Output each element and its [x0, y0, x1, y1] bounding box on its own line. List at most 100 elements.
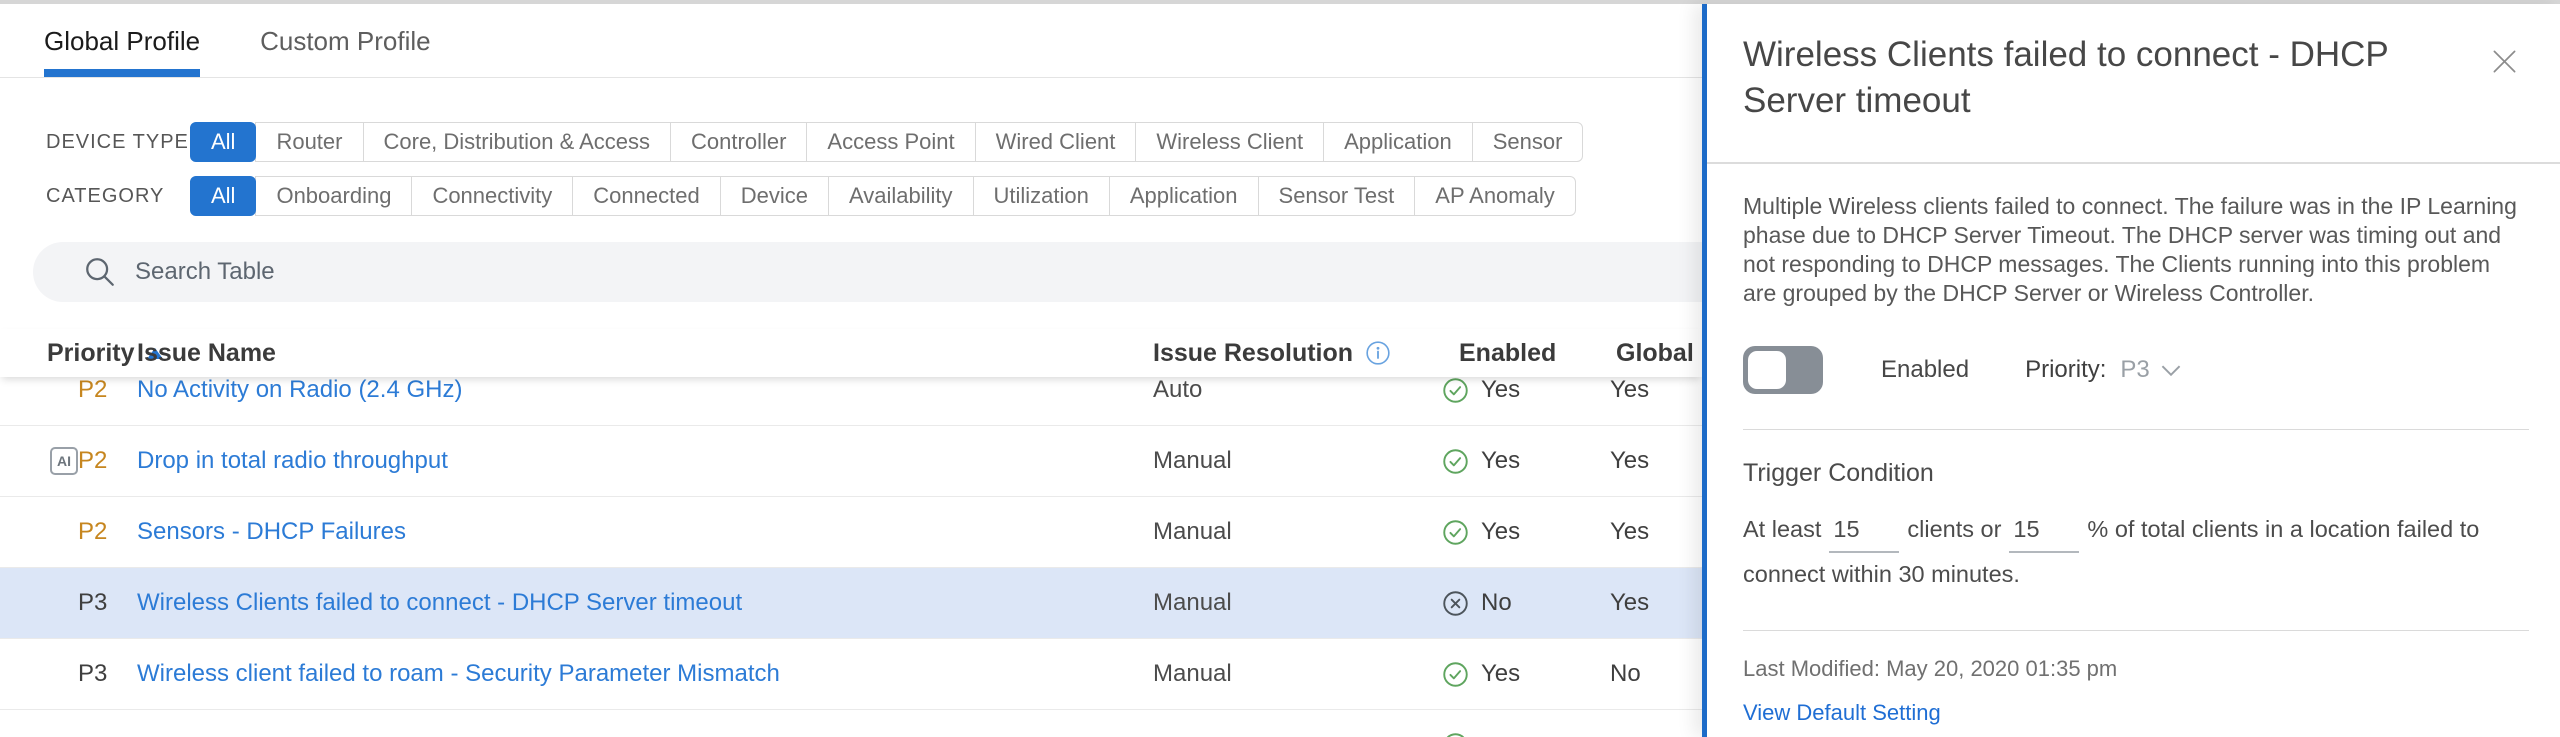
table-row-selected[interactable]: P3 Wireless Clients failed to connect - …	[0, 568, 1702, 639]
panel-divider	[1743, 429, 2529, 430]
enabled-status: Yes	[1442, 660, 1520, 688]
info-icon[interactable]	[1365, 340, 1391, 366]
table-row[interactable]: P2 Sensors - DHCP Failures Manual Yes Ye…	[0, 497, 1702, 568]
clients-count-input[interactable]: 15	[1829, 508, 1900, 553]
priority-label: Priority:	[2025, 356, 2107, 383]
toggle-knob	[1748, 351, 1786, 389]
search-bar[interactable]	[33, 242, 1702, 302]
table-row-clipped[interactable]	[0, 710, 1702, 737]
view-default-setting-link[interactable]: View Default Setting	[1743, 700, 1941, 726]
priority-badge: P3	[78, 660, 108, 687]
device-type-wireless-client-button[interactable]: Wireless Client	[1135, 122, 1325, 162]
trigger-condition-text: At least 15 clients or 15 % of total clients…	[1743, 508, 2539, 596]
check-circle-icon	[1443, 377, 1468, 403]
column-header-issue-resolution: Issue Resolution	[1153, 329, 1391, 377]
tab-global-profile[interactable]: Global Profile	[44, 26, 201, 77]
panel-title: Wireless Clients failed to connect - DHC…	[1743, 35, 2389, 120]
enabled-status: Yes	[1442, 376, 1520, 404]
table-row[interactable]: P3 Wireless client failed to roam - Secu…	[0, 639, 1702, 710]
enabled-status: No	[1442, 589, 1512, 617]
device-type-core-button[interactable]: Core, Distribution & Access	[362, 122, 672, 162]
device-type-filter: DEVICE TYPE All Router Core, Distributio…	[46, 122, 1584, 162]
condition-middle: clients or	[1907, 516, 2002, 542]
category-sensor-test-button[interactable]: Sensor Test	[1257, 176, 1416, 216]
enabled-status: Yes	[1442, 447, 1520, 475]
category-ap-anomaly-button[interactable]: AP Anomaly	[1414, 176, 1576, 216]
check-circle-icon	[1446, 733, 1465, 737]
global-value: No	[1610, 660, 1641, 687]
device-type-wired-client-button[interactable]: Wired Client	[974, 122, 1137, 162]
device-type-label: DEVICE TYPE	[46, 130, 189, 153]
priority-badge: P3	[78, 589, 108, 616]
profile-tabs: Global Profile Custom Profile	[44, 26, 431, 77]
last-modified-text: Last Modified: May 20, 2020 01:35 pm	[1743, 656, 2118, 681]
check-circle-icon	[1443, 448, 1468, 474]
chevron-down-icon	[2160, 363, 2182, 378]
table-header: Priority Issue Name Issue Resolution Ena…	[0, 329, 1702, 377]
column-header-enabled: Enabled	[1459, 338, 1557, 367]
issue-resolution-value: Manual	[1153, 447, 1232, 474]
priority-badge: P2	[78, 518, 108, 545]
issue-name-link[interactable]: Wireless Clients failed to connect - DHC…	[137, 589, 742, 617]
issue-name-link[interactable]: Drop in total radio throughput	[137, 447, 448, 475]
priority-badge: P2	[78, 376, 108, 403]
issue-resolution-value: Manual	[1153, 518, 1232, 545]
column-header-issue-name: Issue Name	[137, 338, 276, 367]
category-onboarding-button[interactable]: Onboarding	[255, 176, 413, 216]
device-type-controller-button[interactable]: Controller	[670, 122, 808, 162]
priority-badge: P2	[78, 447, 108, 474]
panel-divider	[1743, 630, 2529, 631]
device-type-buttons: All Router Core, Distribution & Access C…	[190, 122, 1584, 162]
category-availability-button[interactable]: Availability	[827, 176, 974, 216]
device-type-all-button[interactable]: All	[190, 122, 257, 162]
check-circle-icon	[1443, 661, 1468, 687]
issue-detail-panel: Wireless Clients failed to connect - DHC…	[1702, 4, 2560, 737]
x-circle-icon	[1443, 590, 1468, 616]
column-header-global: Global	[1616, 338, 1694, 367]
issue-name-link[interactable]: No Activity on Radio (2.4 GHz)	[137, 376, 462, 404]
priority-dropdown[interactable]: Priority: P3	[2025, 356, 2182, 384]
global-value: Yes	[1610, 447, 1650, 474]
condition-suffix: % of total clients in a location failed …	[2087, 516, 2480, 542]
enabled-status: Yes	[1442, 518, 1520, 546]
issue-name-link[interactable]: Wireless client failed to roam - Securit…	[137, 660, 780, 688]
global-value: Yes	[1610, 589, 1650, 616]
enabled-priority-row: Enabled Priority: P3	[1743, 346, 2182, 394]
category-label: CATEGORY	[46, 184, 165, 207]
enabled-toggle[interactable]	[1743, 346, 1823, 394]
enabled-status	[1442, 732, 1469, 737]
issue-resolution-value: Manual	[1153, 660, 1232, 687]
category-connectivity-button[interactable]: Connectivity	[411, 176, 574, 216]
category-buttons: All Onboarding Connectivity Connected De…	[190, 176, 1576, 216]
search-icon	[83, 255, 117, 289]
condition-prefix: At least	[1743, 516, 1822, 542]
clients-percent-input[interactable]: 15	[2009, 508, 2080, 553]
close-icon[interactable]	[2491, 48, 2518, 75]
category-utilization-button[interactable]: Utilization	[972, 176, 1110, 216]
panel-divider	[1707, 162, 2560, 164]
device-type-sensor-button[interactable]: Sensor	[1471, 122, 1584, 162]
device-type-router-button[interactable]: Router	[255, 122, 364, 162]
trigger-condition-heading: Trigger Condition	[1743, 459, 1934, 487]
priority-value: P3	[2120, 356, 2150, 383]
issues-table-body: P2 No Activity on Radio (2.4 GHz) Auto Y…	[0, 355, 1702, 737]
tab-custom-profile[interactable]: Custom Profile	[260, 26, 431, 77]
category-filter: CATEGORY All Onboarding Connectivity Con…	[46, 176, 1576, 216]
category-connected-button[interactable]: Connected	[572, 176, 721, 216]
enabled-toggle-label: Enabled	[1881, 356, 1970, 383]
table-row[interactable]: AI P2 Drop in total radio throughput Man…	[0, 426, 1702, 497]
ai-badge-icon: AI	[50, 447, 78, 475]
global-value: Yes	[1610, 376, 1650, 403]
check-circle-icon	[1443, 519, 1468, 545]
category-application-button[interactable]: Application	[1108, 176, 1259, 216]
device-type-access-point-button[interactable]: Access Point	[806, 122, 976, 162]
category-all-button[interactable]: All	[190, 176, 257, 216]
issue-description: Multiple Wireless clients failed to conn…	[1743, 193, 2517, 306]
category-device-button[interactable]: Device	[719, 176, 829, 216]
device-type-application-button[interactable]: Application	[1323, 122, 1473, 162]
issue-settings-page: Global Profile Custom Profile DEVICE TYP…	[0, 0, 2560, 737]
issue-resolution-value: Auto	[1153, 376, 1203, 403]
search-input[interactable]	[133, 257, 1537, 287]
global-value: Yes	[1610, 518, 1650, 545]
issue-name-link[interactable]: Sensors - DHCP Failures	[137, 518, 406, 546]
